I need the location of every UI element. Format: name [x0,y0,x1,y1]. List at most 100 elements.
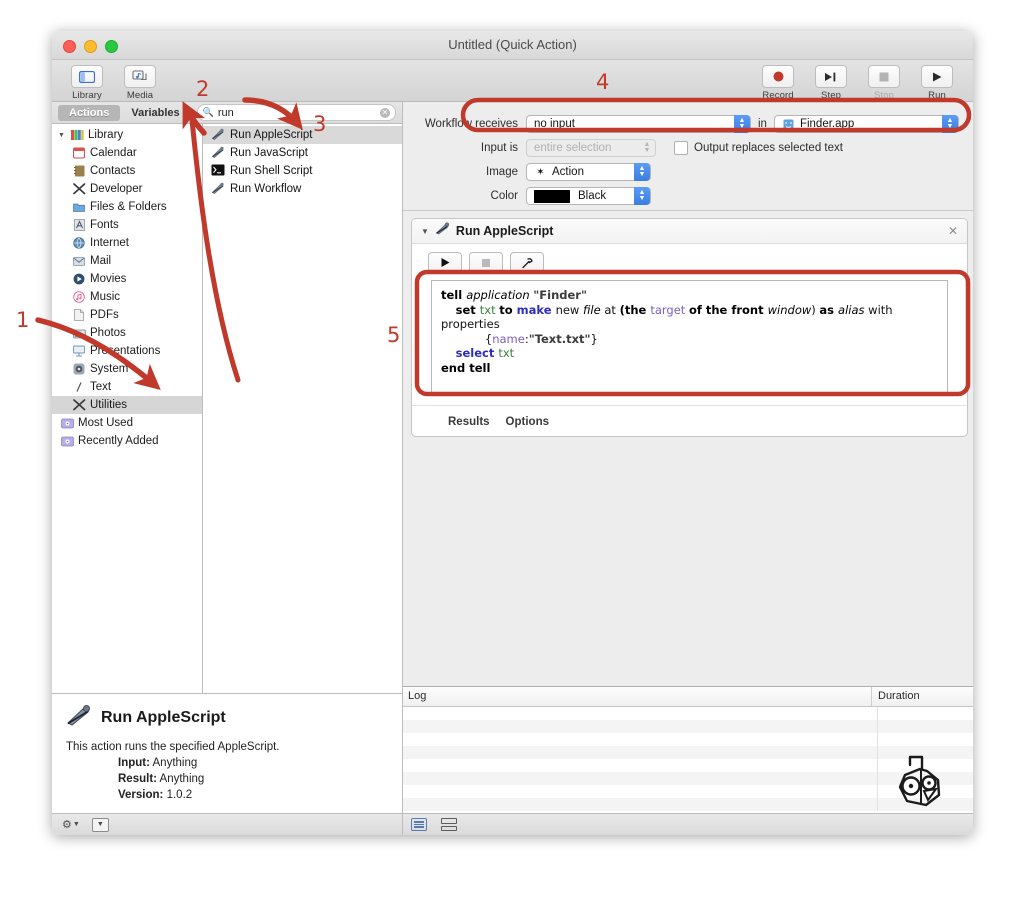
compile-script-button[interactable] [510,252,544,273]
library-item-calendar[interactable]: Calendar [52,144,202,162]
gear-menu-icon[interactable]: ⚙▼ [62,818,80,831]
action-label: Run Workflow [230,183,301,195]
image-popup[interactable]: ✶ Action ▲▼ [526,163,651,181]
show-hide-description-icon[interactable]: ▼ [92,818,109,832]
output-replaces-checkbox[interactable] [674,141,688,155]
library-toolbar-button[interactable]: Library [65,65,109,101]
color-popup[interactable]: Black ▲▼ [526,187,651,205]
action-run-workflow[interactable]: Run Workflow [203,180,402,198]
workflow-receives-popup[interactable]: no input ▲▼ [526,115,751,133]
finder-icon [782,118,795,131]
library-item-label: Music [90,291,120,303]
library-icon [70,128,84,142]
chevron-updown-icon[interactable]: ▲▼ [942,115,958,133]
workflow-canvas[interactable]: ▼ Run AppleScript ✕ [403,211,973,686]
library-item-mail[interactable]: Mail [52,252,202,270]
record-button[interactable]: Record [756,65,800,101]
library-item-pdfs[interactable]: PDFs [52,306,202,324]
library-item-recently-added[interactable]: Recently Added [52,432,202,450]
applescript-icon [66,704,92,731]
chevron-updown-icon[interactable]: ▲▼ [634,163,650,181]
table-row [403,733,973,746]
library-item-utilities[interactable]: Utilities [52,396,202,414]
library-item-text[interactable]: Text [52,378,202,396]
log-table-rows[interactable] [403,707,973,813]
fonts-icon [72,218,86,232]
library-item-developer[interactable]: Developer [52,180,202,198]
applescript-icon [435,222,450,240]
library-item-label: Utilities [90,399,127,411]
stop-button[interactable]: Stop [862,65,906,101]
description-result-row: Result: Anything [66,773,388,785]
library-item-label: Text [90,381,111,393]
library-item-label: Calendar [90,147,137,159]
library-item-library[interactable]: ▼ Library [52,126,202,144]
input-is-popup[interactable]: entire selection ▲▼ [526,139,656,157]
library-item-label: Fonts [90,219,119,231]
library-item-files-and-folders[interactable]: Files & Folders [52,198,202,216]
close-icon[interactable]: ✕ [948,224,958,238]
chevron-down-icon[interactable]: ▼ [58,132,66,139]
log-column-log[interactable]: Log [403,687,872,706]
library-item-system[interactable]: System [52,360,202,378]
action-run-javascript[interactable]: Run JavaScript [203,144,402,162]
library-item-fonts[interactable]: Fonts [52,216,202,234]
library-item-label: System [90,363,128,375]
split-view-icon[interactable] [441,818,457,831]
library-item-photos[interactable]: Photos [52,324,202,342]
step-button[interactable]: Step [809,65,853,101]
library-item-label: Contacts [90,165,135,177]
library-item-presentations[interactable]: Presentations [52,342,202,360]
output-replaces-checkbox-row[interactable]: Output replaces selected text [674,141,843,155]
library-item-movies[interactable]: Movies [52,270,202,288]
run-label: Run [928,90,946,101]
chevron-updown-icon[interactable]: ▲▼ [639,139,655,157]
image-label: Image [403,166,526,178]
clear-circle-icon[interactable]: ✕ [380,108,390,118]
action-gear-icon: ✶ [534,166,547,179]
window-titlebar: Untitled (Quick Action) [52,31,973,60]
search-input[interactable]: run [218,107,376,119]
script-editor[interactable]: tell application "Finder" set txt to mak… [431,280,948,395]
library-item-label: Presentations [90,345,160,357]
tab-variables[interactable]: Variables [120,105,190,121]
chevron-updown-icon[interactable]: ▲▼ [734,115,750,133]
input-is-label: Input is [403,142,526,154]
image-value: Action [552,166,584,178]
library-item-internet[interactable]: Internet [52,234,202,252]
library-item-most-used[interactable]: Most Used [52,414,202,432]
library-item-contacts[interactable]: Contacts [52,162,202,180]
list-view-icon[interactable] [411,818,427,831]
library-item-label: Recently Added [78,435,159,447]
stop-label: Stop [874,90,894,101]
search-field[interactable]: 🔍 run ✕ [197,104,396,121]
movies-icon [72,272,86,286]
stop-script-button[interactable] [469,252,503,273]
run-button[interactable]: Run [915,65,959,101]
run-script-button[interactable] [428,252,462,273]
presentations-icon [72,344,86,358]
action-run-shell-script[interactable]: Run Shell Script [203,162,402,180]
library-item-label: Movies [90,273,126,285]
log-pane: Log Duration [403,686,973,813]
tab-results[interactable]: Results [448,416,490,428]
action-card-header[interactable]: ▼ Run AppleScript ✕ [412,219,967,244]
library-item-music[interactable]: Music [52,288,202,306]
action-run-applescript[interactable]: Run AppleScript [203,126,402,144]
library-tree[interactable]: ▼ Library Calendar [52,124,203,693]
color-swatch [534,190,570,203]
chevron-updown-icon[interactable]: ▲▼ [634,187,650,205]
toolbar-right-group: Record Step Stop [756,65,959,101]
toolbar-left-group: Library Media [65,65,162,101]
chevron-down-icon[interactable]: ▼ [421,227,429,236]
media-toolbar-button[interactable]: Media [118,65,162,101]
log-column-duration[interactable]: Duration [872,687,973,706]
tab-options[interactable]: Options [506,416,549,428]
workflow-receives-value: no input [534,118,575,130]
action-list[interactable]: Run AppleScript Run JavaScript Run Shell… [203,124,402,693]
output-replaces-label: Output replaces selected text [694,142,843,154]
input-is-value: entire selection [534,142,611,154]
mail-icon [72,254,86,268]
tab-actions[interactable]: Actions [58,105,120,121]
workflow-app-popup[interactable]: Finder.app ▲▼ [774,115,959,133]
